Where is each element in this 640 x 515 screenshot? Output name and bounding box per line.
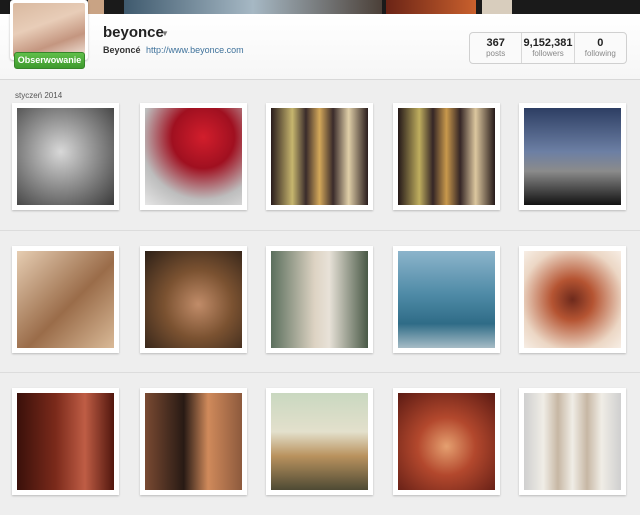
photo-thumbnail bbox=[398, 251, 495, 348]
profile-bio: Beyoncé http://www.beyonce.com bbox=[103, 45, 244, 55]
following-button[interactable]: Obserwowanie bbox=[14, 52, 85, 69]
photo-thumbnail bbox=[17, 251, 114, 348]
row-divider bbox=[0, 230, 640, 231]
cover-photo bbox=[124, 0, 382, 14]
photo-thumbnail bbox=[271, 108, 368, 205]
photo-tile[interactable] bbox=[519, 246, 626, 353]
profile-stats: 367 posts 9,152,381 followers 0 followin… bbox=[469, 32, 627, 64]
photo-tile[interactable] bbox=[140, 246, 247, 353]
photo-tile[interactable] bbox=[12, 103, 119, 210]
photo-tile[interactable] bbox=[12, 246, 119, 353]
avatar[interactable] bbox=[10, 0, 88, 60]
display-name: Beyoncé bbox=[103, 45, 141, 55]
photo-tile[interactable] bbox=[266, 388, 373, 495]
photo-thumbnail bbox=[524, 251, 621, 348]
photo-tile[interactable] bbox=[266, 103, 373, 210]
photo-thumbnail bbox=[524, 393, 621, 490]
photo-thumbnail bbox=[524, 108, 621, 205]
cover-photo-strip bbox=[0, 0, 640, 14]
chevron-down-icon[interactable]: ▼ bbox=[161, 29, 169, 38]
stat-following[interactable]: 0 following bbox=[575, 33, 626, 63]
photo-tile[interactable] bbox=[393, 388, 500, 495]
photo-thumbnail bbox=[398, 393, 495, 490]
photo-thumbnail bbox=[17, 108, 114, 205]
profile-header: Obserwowanie beyonce ▼ Beyoncé http://ww… bbox=[0, 0, 640, 80]
cover-photo bbox=[386, 0, 476, 14]
row-divider bbox=[0, 372, 640, 373]
photo-thumbnail bbox=[145, 393, 242, 490]
photo-tile[interactable] bbox=[12, 388, 119, 495]
photo-tile[interactable] bbox=[393, 103, 500, 210]
photo-tile[interactable] bbox=[266, 246, 373, 353]
cover-photo bbox=[482, 0, 512, 14]
username: beyonce bbox=[103, 24, 164, 41]
photo-thumbnail bbox=[145, 251, 242, 348]
stat-followers[interactable]: 9,152,381 followers bbox=[522, 33, 575, 63]
photo-tile[interactable] bbox=[519, 388, 626, 495]
photo-tile[interactable] bbox=[140, 388, 247, 495]
stat-posts[interactable]: 367 posts bbox=[470, 33, 523, 63]
photo-thumbnail bbox=[17, 393, 114, 490]
month-label: styczeń 2014 bbox=[15, 91, 63, 100]
photo-tile[interactable] bbox=[519, 103, 626, 210]
photo-thumbnail bbox=[271, 393, 368, 490]
photo-thumbnail bbox=[145, 108, 242, 205]
cover-photo bbox=[88, 0, 104, 14]
photo-thumbnail bbox=[398, 108, 495, 205]
photo-thumbnail bbox=[271, 251, 368, 348]
website-link[interactable]: http://www.beyonce.com bbox=[146, 45, 244, 55]
photo-tile[interactable] bbox=[140, 103, 247, 210]
photo-tile[interactable] bbox=[393, 246, 500, 353]
